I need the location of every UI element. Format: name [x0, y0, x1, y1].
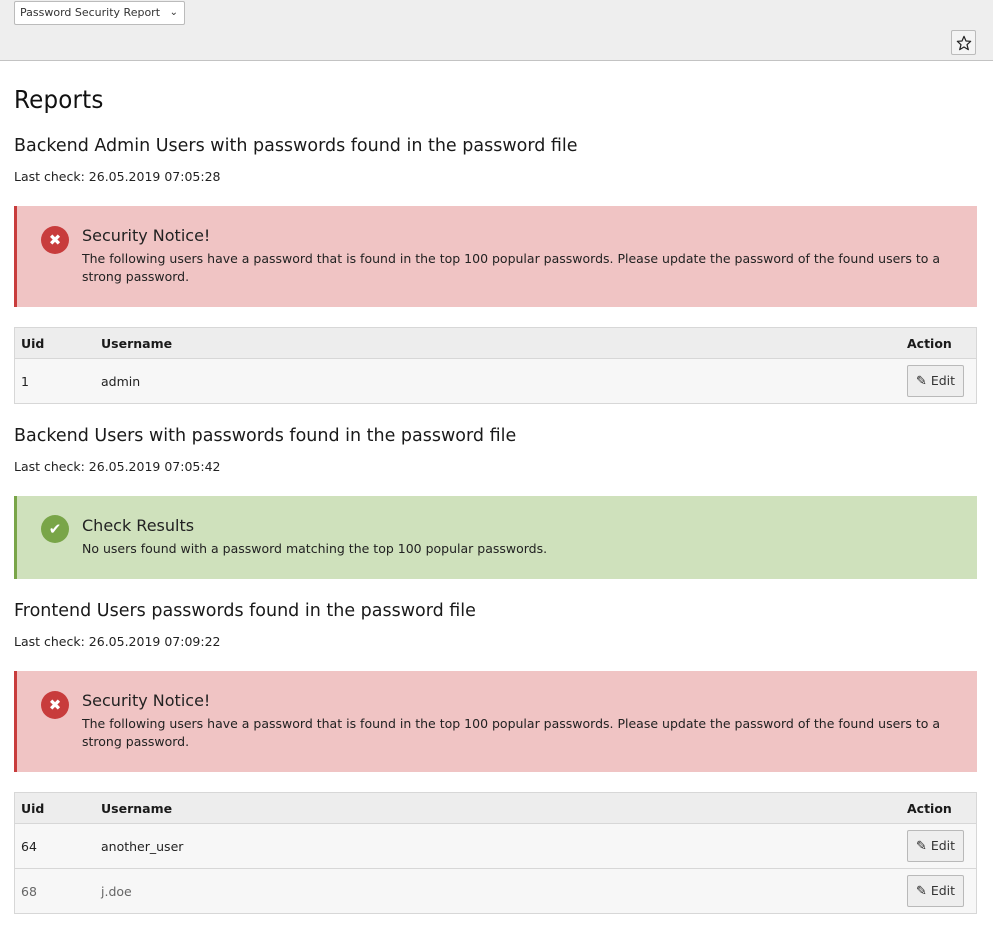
column-header-username: Username: [95, 792, 901, 824]
action-cell: ✎ Edit: [901, 823, 977, 869]
edit-button[interactable]: ✎ Edit: [907, 830, 964, 862]
admin-users-table: Uid Username Action 1 admin ✎ Edit: [14, 327, 977, 404]
edit-label: Edit: [930, 373, 956, 388]
uid-cell: 64: [14, 823, 95, 869]
column-header-action: Action: [901, 327, 977, 359]
pencil-icon: ✎: [915, 884, 927, 899]
chevron-down-icon: ⌄: [169, 7, 178, 18]
callout-title: Check Results: [82, 516, 195, 535]
edit-label: Edit: [930, 883, 956, 898]
callout-text: The following users have a password that…: [82, 716, 941, 749]
column-header-uid: Uid: [14, 792, 95, 824]
pencil-icon: ✎: [915, 839, 927, 854]
table-row: 1 admin ✎ Edit: [14, 358, 977, 404]
report-select-dropdown[interactable]: Password Security Report ⌄: [14, 1, 185, 25]
bookmark-button[interactable]: [951, 30, 976, 55]
uid-cell: 68: [14, 868, 95, 914]
star-icon: [956, 35, 971, 50]
security-notice-callout: ✖ Security Notice! The following users h…: [14, 671, 977, 772]
callout-title: Security Notice!: [82, 691, 211, 710]
section-title: Backend Users with passwords found in th…: [14, 426, 517, 446]
report-select-value: Password Security Report: [20, 6, 161, 19]
callout-text: No users found with a password matching …: [82, 541, 548, 556]
table-header-row: Uid Username Action: [14, 792, 977, 824]
action-cell: ✎ Edit: [901, 868, 977, 914]
column-header-action: Action: [901, 792, 977, 824]
username-cell: admin: [95, 358, 901, 404]
callout-title: Security Notice!: [82, 226, 211, 245]
username-cell: another_user: [95, 823, 901, 869]
error-x-icon: ✖: [41, 691, 69, 719]
pencil-icon: ✎: [915, 374, 927, 389]
last-check-timestamp: Last check: 26.05.2019 07:05:28: [14, 169, 221, 184]
action-cell: ✎ Edit: [901, 358, 977, 404]
table-row: 68 j.doe ✎ Edit: [14, 868, 977, 914]
last-check-timestamp: Last check: 26.05.2019 07:09:22: [14, 634, 221, 649]
username-cell: j.doe: [95, 868, 901, 914]
callout-text: The following users have a password that…: [82, 251, 941, 284]
edit-button[interactable]: ✎ Edit: [907, 875, 964, 907]
page-title: Reports: [14, 85, 104, 114]
column-header-username: Username: [95, 327, 901, 359]
edit-label: Edit: [930, 838, 956, 853]
table-row: 64 another_user ✎ Edit: [14, 823, 977, 869]
error-x-icon: ✖: [41, 226, 69, 254]
section-title: Frontend Users passwords found in the pa…: [14, 601, 476, 621]
module-toolbar: Password Security Report ⌄: [0, 0, 993, 61]
column-header-uid: Uid: [14, 327, 95, 359]
section-title: Backend Admin Users with passwords found…: [14, 136, 578, 156]
last-check-timestamp: Last check: 26.05.2019 07:05:42: [14, 459, 221, 474]
check-results-callout: ✔ Check Results No users found with a pa…: [14, 496, 977, 579]
frontend-users-table: Uid Username Action 64 another_user ✎ Edi…: [14, 792, 977, 914]
uid-cell: 1: [14, 358, 95, 404]
security-notice-callout: ✖ Security Notice! The following users h…: [14, 206, 977, 307]
edit-button[interactable]: ✎ Edit: [907, 365, 964, 397]
check-icon: ✔: [41, 515, 69, 543]
table-header-row: Uid Username Action: [14, 327, 977, 359]
